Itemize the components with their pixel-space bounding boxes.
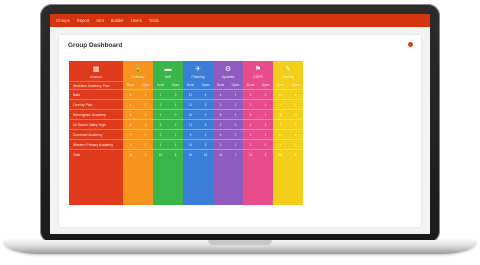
group-column: ⚑ GDPR Done Open 3 0 2 1 4 1 1 2 3 1 2 0 15 5 bbox=[243, 61, 273, 205]
table-row: 51 9 bbox=[273, 149, 303, 160]
subcolumn-label: Done bbox=[276, 83, 285, 87]
table-cell[interactable]: 15 bbox=[243, 150, 258, 160]
nav-item[interactable]: Groups bbox=[56, 18, 70, 23]
dashboard-card: Group Dashboard ▦ Account Workflow Academy… bbox=[59, 35, 421, 227]
subcolumn-label: Done bbox=[246, 83, 255, 87]
table-cell[interactable]: 9 bbox=[288, 150, 303, 160]
nav-item[interactable]: Report bbox=[77, 18, 90, 23]
gear-icon: ⚙ bbox=[224, 66, 232, 73]
laptop-notch bbox=[208, 240, 272, 245]
group-column: ▬ MIS Done Open 1 3 2 1 1 0 2 2 3 1 1 1 10 8 bbox=[153, 61, 183, 205]
table-cell[interactable]: 8 bbox=[168, 150, 183, 160]
dashboard-table: ▦ Account Workflow Academy Plan Bats Overlay… bbox=[69, 61, 303, 205]
account-name[interactable]: Overlay Plan bbox=[69, 99, 123, 109]
table-cell[interactable]: 33 bbox=[123, 150, 138, 160]
group-header-label: GDPR bbox=[253, 75, 263, 79]
table-cell[interactable]: 69 bbox=[183, 150, 198, 160]
rocket-icon: ✈ bbox=[195, 66, 201, 73]
table-row: 69 18 bbox=[183, 149, 213, 160]
subcolumn-label: Open bbox=[141, 83, 150, 87]
table-row: 23 7 bbox=[213, 149, 243, 160]
table-cell[interactable]: 10 bbox=[153, 150, 168, 160]
top-nav: Groups Report Hint Builder Users Trials bbox=[50, 14, 430, 27]
group-header[interactable]: ✎ Training bbox=[273, 61, 303, 81]
group-subheader: Done Open bbox=[273, 81, 303, 89]
subcolumn-label: Done bbox=[186, 83, 195, 87]
building-icon: ▦ bbox=[92, 66, 100, 73]
group-subheader: Done Open bbox=[243, 81, 273, 89]
group-header-label: Ordinary bbox=[131, 75, 145, 79]
subcolumn-label: Open bbox=[291, 83, 300, 87]
account-column: ▦ Account Workflow Academy Plan Bats Overlay… bbox=[69, 61, 123, 205]
nav-item[interactable]: Trials bbox=[149, 18, 159, 23]
subcolumn-label: Open bbox=[171, 83, 180, 87]
subcolumn-label: Done bbox=[126, 83, 135, 87]
table-row: 15 5 bbox=[243, 149, 273, 160]
group-header[interactable]: ⚙ Updates bbox=[213, 61, 243, 81]
subcolumn-label: Open bbox=[261, 83, 270, 87]
table-cell[interactable]: 5 bbox=[258, 150, 273, 160]
lock-icon: 🔒 bbox=[133, 66, 143, 73]
subcolumn-label: Open bbox=[201, 83, 210, 87]
nav-item[interactable]: Users bbox=[131, 18, 142, 23]
table-cell[interactable]: 51 bbox=[273, 150, 288, 160]
account-name[interactable]: Somerset Academy bbox=[69, 129, 123, 139]
table-cell[interactable]: 9 bbox=[138, 150, 153, 160]
group-column: ✎ Training Done Open 10 1 9 2 8 0 7 3 11 1 6 2 51 9 bbox=[273, 61, 303, 205]
table-cell[interactable]: 23 bbox=[213, 150, 228, 160]
table-cell[interactable]: 18 bbox=[198, 150, 213, 160]
group-column: 🔒 Ordinary Done Open 8 1 4 2 6 1 5 3 7 0 3 2 33 9 bbox=[123, 61, 153, 205]
group-header-label: Training bbox=[281, 75, 295, 79]
subcolumn-label: Done bbox=[216, 83, 225, 87]
laptop-lid: Groups Report Hint Builder Users Trials Group… bbox=[40, 4, 440, 243]
table-cell[interactable]: 7 bbox=[228, 150, 243, 160]
group-header-label: Phishing bbox=[191, 75, 205, 79]
subcolumn-label: Open bbox=[231, 83, 240, 87]
table-row: 33 9 bbox=[123, 149, 153, 160]
monitor-icon: ▬ bbox=[164, 66, 172, 73]
nav-item[interactable]: Builder bbox=[111, 18, 124, 23]
group-header[interactable]: ✈ Phishing bbox=[183, 61, 213, 81]
group-header[interactable]: ⚑ GDPR bbox=[243, 61, 273, 81]
account-name[interactable]: Total bbox=[69, 149, 123, 159]
group-column: ✈ Phishing Done Open 12 4 11 3 10 2 13 5 9 1 14 3 69 18 bbox=[183, 61, 213, 205]
group-header[interactable]: 🔒 Ordinary bbox=[123, 61, 153, 81]
group-column: ⚙ Updates Done Open 4 1 3 2 5 1 2 0 6 2 3 1 23 7 bbox=[213, 61, 243, 205]
group-subheader: Done Open bbox=[123, 81, 153, 89]
group-subheader: Done Open bbox=[183, 81, 213, 89]
group-header[interactable]: ▬ MIS bbox=[153, 61, 183, 81]
nav-item[interactable]: Hint bbox=[96, 18, 103, 23]
table-row: 10 8 bbox=[153, 149, 183, 160]
account-name[interactable]: Western Primary Academy bbox=[69, 139, 123, 149]
account-name[interactable]: Air Beach Valley High bbox=[69, 119, 123, 129]
account-name[interactable]: Birmingham Academy bbox=[69, 109, 123, 119]
group-header-label: Updates bbox=[221, 75, 235, 79]
account-name[interactable]: Bats bbox=[69, 89, 123, 99]
account-header: ▦ Account bbox=[69, 61, 123, 81]
page-title: Group Dashboard bbox=[68, 42, 123, 49]
account-subheader: Workflow Academy Plan bbox=[69, 81, 123, 89]
group-header-label: MIS bbox=[164, 75, 172, 79]
pin-icon: ✎ bbox=[285, 66, 291, 73]
subcolumn-label: Done bbox=[156, 83, 165, 87]
status-dot-icon[interactable] bbox=[408, 42, 413, 47]
account-header-label: Account bbox=[89, 75, 103, 79]
group-subheader: Done Open bbox=[153, 81, 183, 89]
laptop-screen: Groups Report Hint Builder Users Trials Group… bbox=[50, 14, 430, 234]
user-icon: ⚑ bbox=[254, 66, 262, 73]
group-subheader: Done Open bbox=[213, 81, 243, 89]
